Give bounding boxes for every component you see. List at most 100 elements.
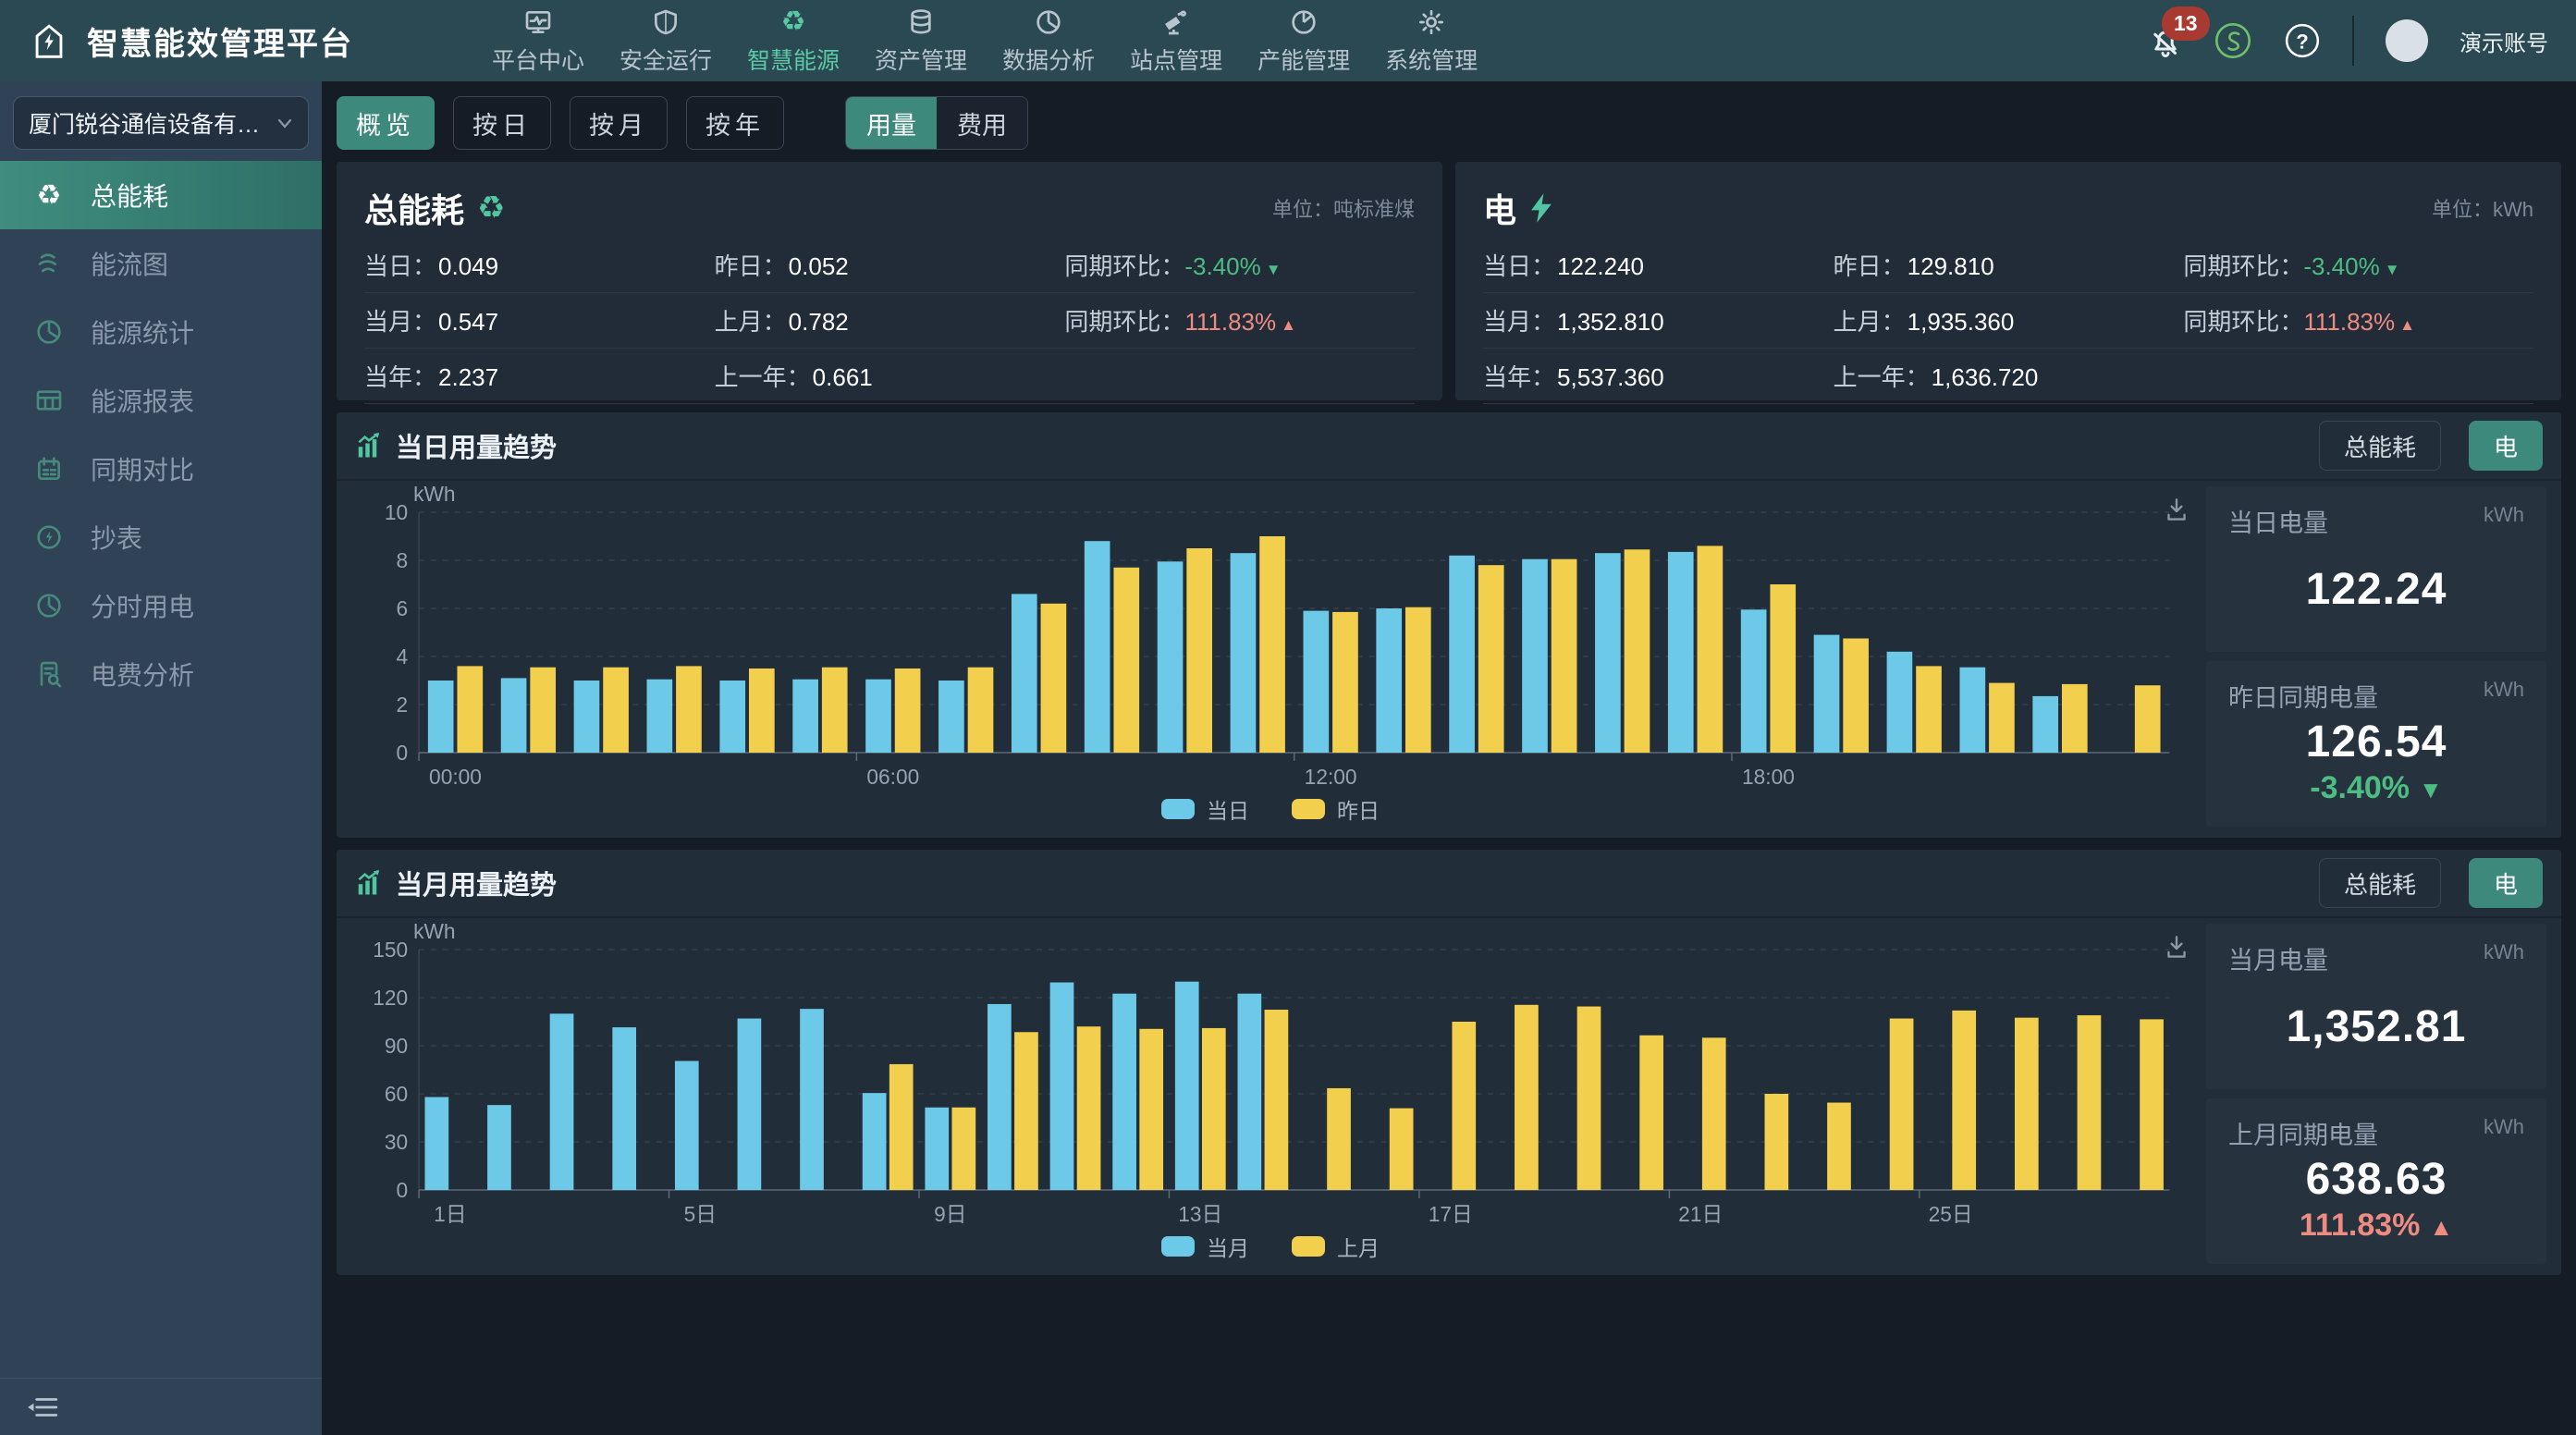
trend-arrow-icon: ▼ (2419, 776, 2443, 803)
svg-text:25日: 25日 (1929, 1202, 1973, 1226)
topbar-divider (2352, 16, 2354, 66)
chart-legend: 当日 昨日 (346, 791, 2195, 827)
trend-arrow-icon: ▼ (2385, 261, 2400, 278)
svg-text:18:00: 18:00 (1742, 765, 1795, 789)
monthly-trend-chart[interactable]: 0306090120150kWh1日5日9日13日17日21日25日 当月 (346, 924, 2195, 1264)
sidebar-item-total-energy[interactable]: ♻ 总能耗 (0, 161, 322, 229)
mode-button-electricity[interactable]: 电 (2469, 858, 2543, 908)
sidebar-item-time-of-use[interactable]: 分时用电 (0, 571, 322, 640)
tab-by-year[interactable]: 按年 (686, 96, 784, 150)
main-content: 概览 按日 按月 按年 用量 费用 总能耗 ♻ 单位：吨标准煤 当日： (322, 81, 2576, 1435)
daily-trend-chart[interactable]: 0246810kWh00:0006:0012:0018:00 当日 (346, 486, 2195, 827)
download-icon[interactable] (2162, 933, 2191, 963)
svg-text:120: 120 (373, 986, 408, 1010)
stat-row: 当日：0.049 昨日：0.052 同期环比：-3.40%▼ (364, 238, 1415, 293)
unit-label: 单位：吨标准煤 (1272, 193, 1415, 223)
legend-item-yesterday[interactable]: 昨日 (1292, 793, 1380, 825)
trend-chart-icon (355, 869, 383, 897)
clock-pie-icon (33, 590, 65, 621)
nav-item-site-management[interactable]: 站点管理 (1130, 6, 1222, 76)
nav-item-smart-energy[interactable]: ♻ 智慧能源 (747, 6, 840, 76)
sidebar-item-period-comparison[interactable]: 同期对比 (0, 435, 322, 503)
bar-chart[interactable]: 0246810kWh00:0006:0012:0018:00 (346, 486, 2195, 791)
sidebar-item-energy-flow[interactable]: 能流图 (0, 229, 322, 298)
svg-text:6: 6 (397, 596, 409, 620)
trend-value: -3.40%▼ (2303, 252, 2399, 280)
download-icon[interactable] (2162, 496, 2191, 525)
bolt-icon (1529, 192, 1553, 224)
avatar[interactable] (2386, 19, 2428, 62)
nav-item-system-management[interactable]: 系统管理 (1385, 6, 1478, 76)
trend-chart-icon (355, 432, 383, 460)
sidebar-item-electricity-cost-analysis[interactable]: 电费分析 (0, 640, 322, 708)
svg-text:0: 0 (397, 1178, 409, 1202)
tab-overview[interactable]: 概览 (337, 96, 435, 150)
legend-swatch (1292, 1236, 1325, 1257)
stat-row: 当月：0.547 上月：0.782 同期环比：111.83%▲ (364, 293, 1415, 349)
database-icon (906, 6, 936, 38)
panel-title: 当月用量趋势 (396, 864, 557, 902)
stat-value: 126.54 (2306, 717, 2447, 767)
tab-by-day[interactable]: 按日 (453, 96, 551, 150)
sidebar: 厦门锐谷通信设备有限公司 ♻ 总能耗 能流图 (0, 81, 322, 1435)
notifications-button[interactable]: 13 (2149, 21, 2182, 60)
sidebar-item-energy-statistics[interactable]: 能源统计 (0, 298, 322, 366)
card-title: 电 (1483, 184, 1553, 232)
collapse-sidebar-icon[interactable] (26, 1393, 59, 1421)
this-month-electricity-card: 当月电量 kWh 1,352.81 (2206, 924, 2546, 1089)
nav-item-asset-management[interactable]: 资产管理 (875, 6, 967, 76)
legend-item-this-month[interactable]: 当月 (1161, 1231, 1249, 1262)
nav-item-data-analysis[interactable]: 数据分析 (1002, 6, 1095, 76)
app-title: 智慧能效管理平台 (87, 18, 353, 64)
trend-value: 111.83%▲ (1184, 308, 1296, 336)
svg-text:?: ? (2296, 30, 2309, 53)
sidebar-item-energy-report[interactable]: 能源报表 (0, 366, 322, 435)
legend-swatch (1292, 799, 1325, 819)
legend-item-last-month[interactable]: 上月 (1292, 1231, 1380, 1262)
topbar: 智慧能效管理平台 平台中心 安全运行 ♻ 智慧能源 (0, 0, 2576, 81)
electricity-card: 电 单位：kWh 当日：122.240 昨日：129.810 同期环比：-3.4… (1455, 162, 2561, 400)
nav-item-platform-center[interactable]: 平台中心 (492, 6, 584, 76)
legend-item-today[interactable]: 当日 (1161, 793, 1249, 825)
top-nav: 平台中心 安全运行 ♻ 智慧能源 资产管理 (492, 6, 1478, 76)
flow-icon (33, 248, 65, 279)
nav-item-safe-operation[interactable]: 安全运行 (619, 6, 712, 76)
bar-chart[interactable]: 0306090120150kWh1日5日9日13日17日21日25日 (346, 924, 2195, 1229)
chevron-down-icon (274, 112, 293, 134)
trend-arrow-icon: ▲ (1281, 316, 1296, 334)
svg-text:kWh: kWh (413, 486, 455, 506)
recycle-icon: ♻ (33, 179, 65, 211)
help-icon[interactable]: ? (2284, 22, 2321, 59)
trend-value: -3.40%▼ (1184, 252, 1281, 280)
monthly-side-stats: 当月电量 kWh 1,352.81 上月同期电量 kWh 638.63 111.… (2206, 924, 2546, 1264)
mode-button-electricity[interactable]: 电 (2469, 421, 2543, 471)
nav-item-capacity-management[interactable]: 产能管理 (1257, 6, 1350, 76)
bill-search-icon (33, 658, 65, 690)
pie-chart-icon (33, 316, 65, 348)
stat-value: 638.63 (2306, 1154, 2447, 1205)
svg-text:0: 0 (397, 741, 409, 765)
recycle-icon: ♻ (477, 190, 505, 227)
svg-text:10: 10 (385, 500, 408, 524)
card-title: 总能耗 ♻ (364, 184, 506, 232)
mode-button-total-energy[interactable]: 总能耗 (2319, 858, 2441, 908)
gear-icon (1417, 6, 1446, 38)
svg-text:8: 8 (397, 548, 409, 572)
segment-cost[interactable]: 费用 (937, 97, 1027, 149)
svg-text:60: 60 (385, 1082, 408, 1106)
trend-arrow-icon: ▲ (2399, 316, 2415, 334)
view-toolbar: 概览 按日 按月 按年 用量 费用 (337, 96, 2561, 150)
stat-row: 当月：1,352.810 上月：1,935.360 同期环比：111.83%▲ (1483, 293, 2533, 349)
panel-header: 当月用量趋势 总能耗 电 (337, 850, 2561, 918)
tab-by-month[interactable]: 按月 (570, 96, 668, 150)
unit-label: 单位：kWh (2432, 193, 2533, 223)
recycle-icon: ♻ (781, 6, 806, 38)
meter-bolt-icon (33, 521, 65, 553)
mode-button-total-energy[interactable]: 总能耗 (2319, 421, 2441, 471)
company-select[interactable]: 厦门锐谷通信设备有限公司 (13, 96, 309, 150)
sidebar-item-meter-reading[interactable]: 抄表 (0, 503, 322, 571)
account-name[interactable]: 演示账号 (2459, 25, 2548, 57)
svg-text:kWh: kWh (413, 924, 455, 943)
support-icon[interactable] (2214, 21, 2252, 60)
segment-usage[interactable]: 用量 (846, 97, 937, 149)
